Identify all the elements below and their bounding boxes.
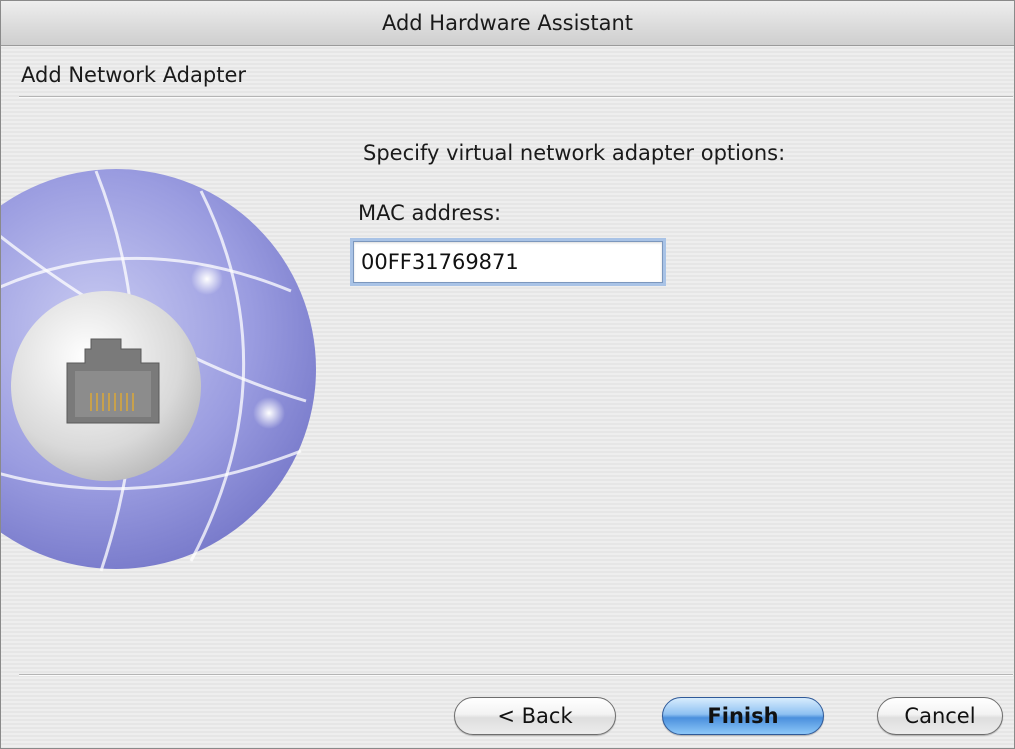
instruction-text: Specify virtual network adapter options:	[363, 141, 786, 165]
network-adapter-globe-icon	[1, 169, 316, 572]
back-button[interactable]: < Back	[454, 697, 616, 735]
page-subtitle: Add Network Adapter	[21, 63, 247, 87]
finish-button[interactable]: Finish	[662, 697, 824, 735]
window-title: Add Hardware Assistant	[381, 11, 634, 35]
footer-divider	[19, 674, 1013, 676]
mac-address-input[interactable]	[353, 241, 663, 283]
cancel-button[interactable]: Cancel	[877, 697, 1003, 735]
add-hardware-assistant-window: Add Hardware Assistant Add Network Adapt…	[0, 0, 1015, 749]
header-divider	[19, 96, 1013, 98]
title-bar[interactable]: Add Hardware Assistant	[1, 1, 1014, 46]
mac-address-label: MAC address:	[358, 201, 502, 225]
